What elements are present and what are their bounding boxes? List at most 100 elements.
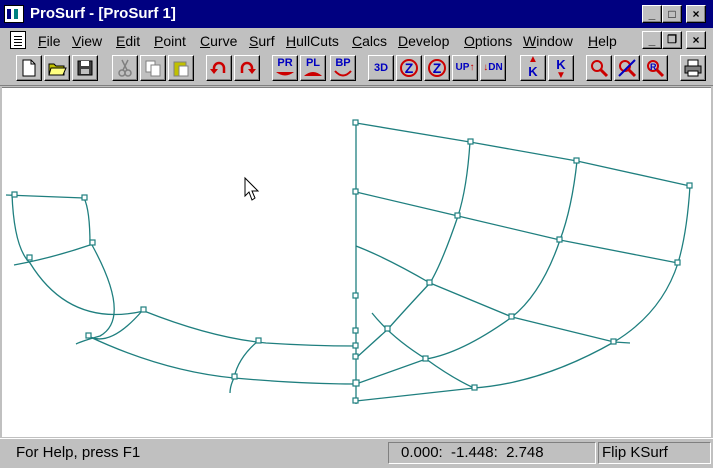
control-point[interactable] [686, 182, 693, 189]
copy-icon [145, 60, 161, 77]
doc-close-button[interactable]: × [686, 31, 706, 49]
menu-edit[interactable]: Edit [116, 33, 140, 49]
menu-surf[interactable]: Surf [249, 33, 275, 49]
rotate-z-cw-button[interactable]: Z [424, 55, 450, 81]
control-point[interactable] [11, 191, 18, 198]
control-point[interactable] [573, 157, 580, 164]
k-up-button[interactable]: ▲ K [520, 55, 546, 81]
cut-button[interactable] [112, 55, 138, 81]
control-point[interactable] [352, 342, 359, 349]
control-point[interactable] [231, 373, 238, 380]
menu-curve[interactable]: Curve [200, 33, 237, 49]
control-point[interactable] [89, 239, 96, 246]
control-points[interactable] [11, 119, 693, 404]
control-point[interactable] [467, 138, 474, 145]
window-title: ProSurf - [ProSurf 1] [30, 5, 176, 22]
control-point[interactable] [352, 379, 360, 387]
left-curve-1 [5, 194, 91, 266]
control-point[interactable] [454, 212, 461, 219]
view-down-button[interactable]: ↓DN [480, 55, 506, 81]
status-mode: Flip KSurf [598, 442, 711, 464]
control-point[interactable] [352, 327, 359, 334]
right-curve-4 [355, 141, 471, 359]
plan-view-button[interactable]: PL [300, 55, 326, 81]
hull-plan-icon [304, 72, 322, 76]
left-curve-6 [229, 340, 259, 394]
control-point[interactable] [352, 188, 359, 195]
control-point[interactable] [352, 119, 359, 126]
control-point[interactable] [352, 353, 359, 360]
menu-view[interactable]: View [72, 33, 102, 49]
view-up-button[interactable]: UP↑ [452, 55, 478, 81]
control-point[interactable] [352, 397, 359, 404]
control-point[interactable] [556, 236, 563, 243]
print-button[interactable] [680, 55, 706, 81]
menu-hullcuts[interactable]: HullCuts [286, 33, 339, 49]
control-point[interactable] [426, 279, 433, 286]
rotate-z-ccw-button[interactable]: Z [396, 55, 422, 81]
left-curve-4 [87, 310, 143, 340]
hull-profile-icon [276, 72, 294, 76]
drawing-canvas[interactable] [2, 87, 711, 437]
save-button[interactable] [72, 55, 98, 81]
body-plan-button[interactable]: BP [330, 55, 356, 81]
mouse-cursor-icon [244, 176, 260, 201]
close-button[interactable]: × [686, 5, 706, 23]
left-curve-2 [11, 193, 357, 347]
status-coordinates: 0.000: -1.448: 2.748 [388, 442, 596, 464]
control-point[interactable] [610, 338, 617, 345]
menu-window[interactable]: Window [523, 33, 573, 49]
bp-label: BP [335, 57, 351, 69]
profile-view-button[interactable]: PR [272, 55, 298, 81]
control-point[interactable] [81, 194, 88, 201]
control-point[interactable] [422, 355, 429, 362]
doc-restore-button[interactable]: ❐ [662, 31, 682, 49]
zoom-redraw-icon: R [647, 60, 665, 78]
menu-point[interactable]: Point [154, 33, 186, 49]
new-file-button[interactable] [16, 55, 42, 81]
open-file-button[interactable] [44, 55, 70, 81]
control-point[interactable] [352, 292, 359, 299]
redo-button[interactable] [234, 55, 260, 81]
hull-body-icon [334, 70, 352, 77]
rotate-ccw-icon: Z [400, 59, 418, 77]
paste-icon [173, 61, 189, 77]
control-point[interactable] [384, 325, 391, 332]
control-point[interactable] [140, 306, 147, 313]
right-curve-2 [355, 191, 679, 264]
save-disk-icon [77, 60, 93, 76]
doc-minimize-button[interactable]: _ [642, 31, 662, 49]
control-point[interactable] [471, 384, 478, 391]
pr-label: PR [277, 57, 293, 69]
control-point[interactable] [26, 254, 33, 261]
undo-button[interactable] [206, 55, 232, 81]
zoom-cancel-button[interactable] [614, 55, 640, 81]
minimize-button[interactable]: _ [642, 5, 662, 23]
menu-options[interactable]: Options [464, 33, 512, 49]
k-down-button[interactable]: K ▼ [548, 55, 574, 81]
paste-button[interactable] [168, 55, 194, 81]
control-point[interactable] [674, 259, 681, 266]
scissors-icon [118, 59, 132, 77]
svg-text:R: R [650, 62, 657, 72]
k-up-label: K [528, 64, 538, 79]
document-icon[interactable] [10, 31, 26, 49]
view-3d-button[interactable]: 3D [368, 55, 394, 81]
status-bar: For Help, press F1 0.000: -1.448: 2.748 … [0, 438, 713, 468]
menu-file[interactable]: File [38, 33, 61, 49]
maximize-button[interactable]: □ [662, 5, 682, 23]
hull-wireframe[interactable] [2, 88, 711, 438]
app-icon[interactable] [4, 5, 24, 23]
menu-help[interactable]: Help [588, 33, 617, 49]
undo-icon [210, 61, 226, 74]
menu-develop[interactable]: Develop [398, 33, 449, 49]
zoom-button[interactable] [586, 55, 612, 81]
control-point[interactable] [255, 337, 262, 344]
copy-button[interactable] [140, 55, 166, 81]
control-point[interactable] [508, 313, 515, 320]
control-point[interactable] [85, 332, 92, 339]
right-curve-5 [355, 160, 578, 385]
menu-calcs[interactable]: Calcs [352, 33, 387, 49]
zoom-redraw-button[interactable]: R [642, 55, 668, 81]
toolbar: PR PL BP 3D Z Z UP↑ ↓DN ▲ K K ▼ R [0, 52, 713, 86]
